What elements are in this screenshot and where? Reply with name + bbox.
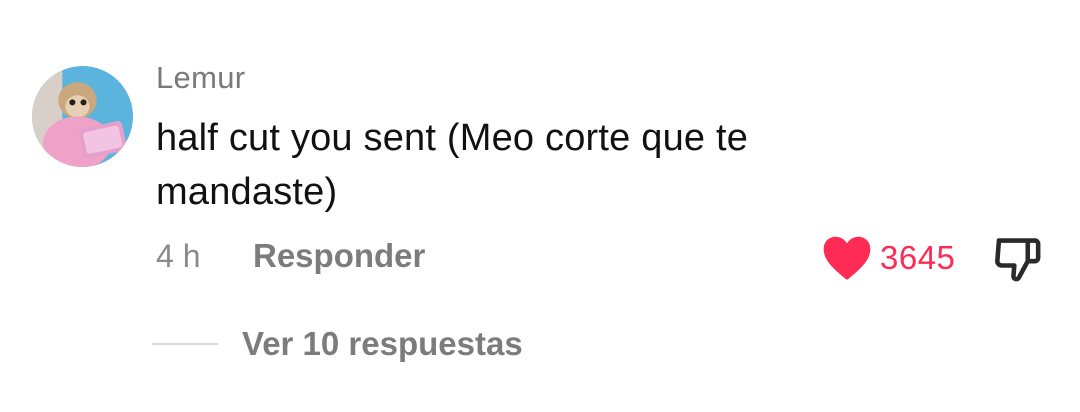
heart-icon (823, 236, 871, 280)
reply-button[interactable]: Responder (253, 237, 425, 275)
comment-item: Lemur half cut you sent (Meo corte que t… (0, 0, 1080, 412)
view-replies-label: Ver 10 respuestas (242, 325, 523, 362)
comment-text: half cut you sent (Meo corte que te mand… (156, 117, 749, 213)
avatar-image (32, 66, 133, 167)
like-count: 3645 (880, 239, 956, 276)
like-button[interactable]: 3645 (822, 232, 955, 284)
view-replies-button[interactable]: Ver 10 respuestas (152, 322, 523, 366)
dislike-button[interactable] (992, 233, 1044, 285)
avatar[interactable] (32, 66, 133, 167)
replies-divider (152, 343, 218, 345)
thumbs-down-icon (995, 238, 1041, 282)
comment-username[interactable]: Lemur (156, 60, 245, 96)
comment-timestamp: 4 h (156, 238, 201, 274)
